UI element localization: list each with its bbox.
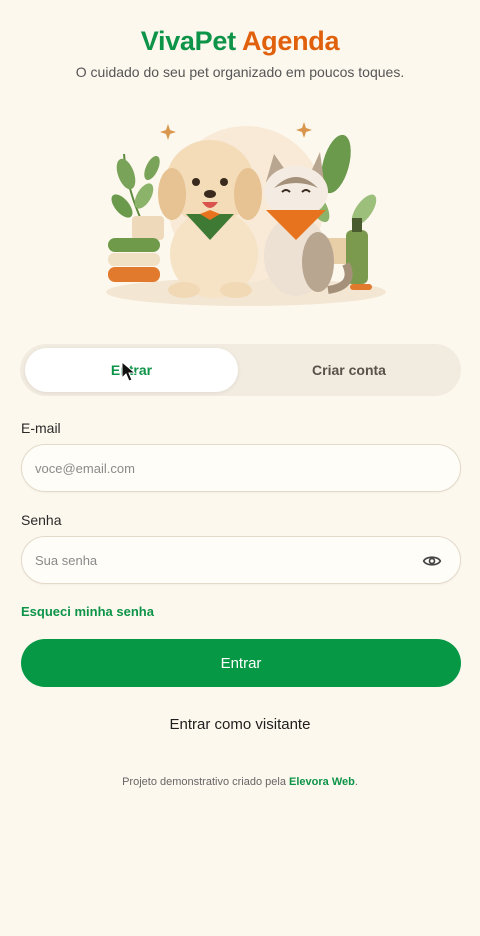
tab-signup[interactable]: Criar conta — [242, 348, 456, 392]
eye-icon[interactable] — [422, 551, 442, 571]
brand-part-2: Agenda — [241, 26, 340, 56]
footer-prefix: Projeto demonstrativo criado pela — [122, 776, 286, 788]
email-field[interactable]: voce@email.com — [21, 444, 461, 492]
forgot-password-link[interactable]: Esqueci minha senha — [21, 604, 154, 619]
brand-part-1: VivaPet — [140, 26, 236, 56]
footer-link[interactable]: Elevora Web — [289, 776, 355, 788]
auth-tabs: Entrar Criar conta — [20, 344, 461, 396]
login-button[interactable]: Entrar — [21, 639, 461, 687]
login-screen: VivaPet Agenda O cuidado do seu pet orga… — [0, 0, 480, 936]
password-placeholder: Sua senha — [35, 552, 98, 568]
guest-login-button[interactable]: Entrar como visitante — [0, 716, 480, 733]
pets-illustration — [106, 122, 386, 306]
app-title: VivaPet Agenda — [0, 26, 480, 57]
password-label: Senha — [21, 512, 62, 528]
footer-suffix: . — [354, 776, 358, 788]
password-field[interactable]: Sua senha — [21, 536, 461, 584]
tagline: O cuidado do seu pet organizado em pouco… — [75, 64, 405, 80]
email-placeholder: voce@email.com — [35, 460, 135, 476]
footer-note: Projeto demonstrativo criado pela Elevor… — [0, 776, 480, 788]
mouse-cursor-icon — [121, 360, 137, 382]
email-label: E-mail — [21, 420, 61, 436]
